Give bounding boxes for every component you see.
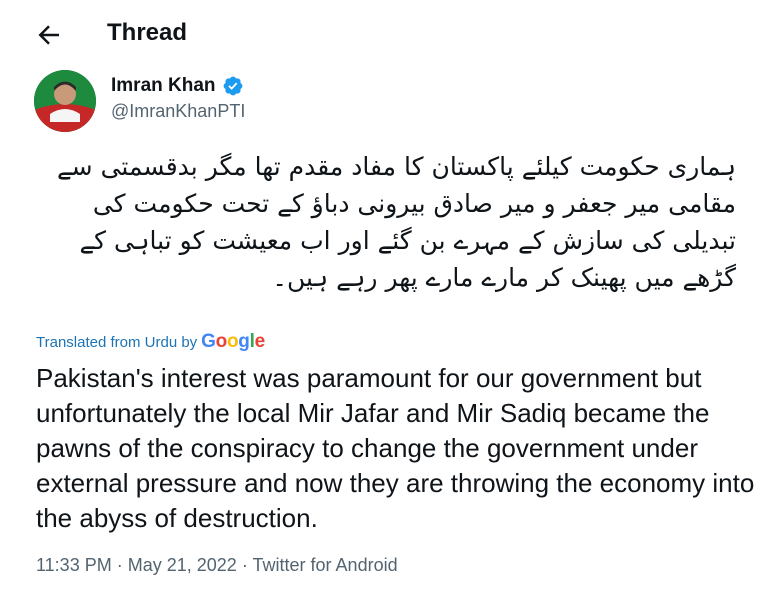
translated-label[interactable]: Translated from Urdu by <box>36 334 197 351</box>
verified-badge-icon <box>223 76 242 96</box>
tweet-metadata: 11:33 PM · May 21, 2022 · Twitter for An… <box>36 555 398 576</box>
translation-attribution: Translated from Urdu by Google <box>36 331 265 353</box>
google-letter: o <box>226 331 239 352</box>
tweet-source: Twitter for Android <box>252 555 398 575</box>
author-name[interactable]: Imran Khan <box>111 75 216 97</box>
google-letter: e <box>254 331 266 352</box>
google-letter: g <box>238 331 250 352</box>
meta-separator: · <box>116 555 123 575</box>
google-letter: o <box>215 331 228 352</box>
page-title: Thread <box>107 19 188 46</box>
thread-header: Thread <box>0 0 774 68</box>
back-arrow-icon[interactable] <box>34 20 64 50</box>
tweet-time[interactable]: 11:33 PM <box>36 555 112 575</box>
author-handle[interactable]: @ImranKhanPTI <box>111 101 245 122</box>
tweet-text-urdu: ہماری حکومت کیلئے پاکستان کا مفاد مقدم ت… <box>57 152 736 292</box>
tweet-translation: Pakistan's interest was paramount for ou… <box>36 363 755 533</box>
meta-separator: · <box>241 555 248 575</box>
tweet-date[interactable]: May 21, 2022 <box>128 555 237 575</box>
google-logo: Google <box>201 331 265 353</box>
google-letter: G <box>201 331 216 352</box>
author-name-row: Imran Khan <box>111 75 244 97</box>
avatar[interactable] <box>34 70 96 132</box>
